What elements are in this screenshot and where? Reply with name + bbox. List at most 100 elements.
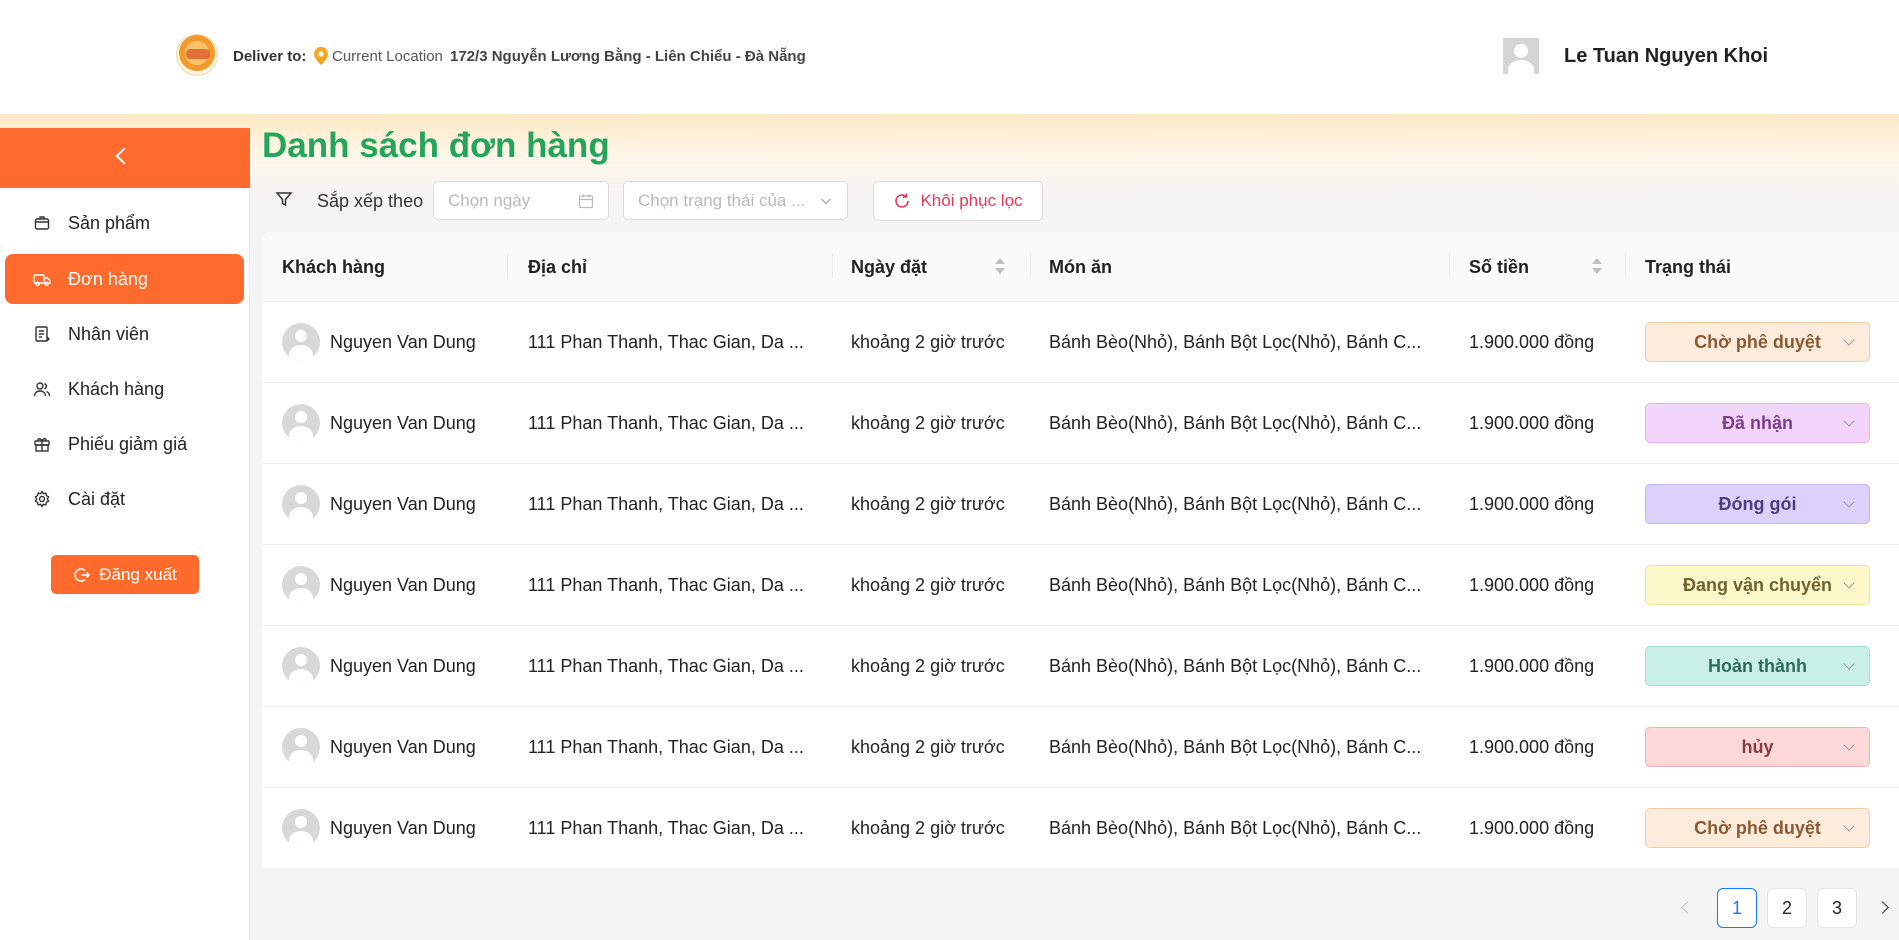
status-dropdown[interactable]: hủy [1645, 727, 1870, 767]
pagination-next-button[interactable] [1876, 898, 1896, 918]
table-row[interactable]: Nguyen Van Dung 111 Phan Thanh, Thac Gia… [262, 383, 1899, 464]
sort-amount-icon[interactable] [1592, 258, 1602, 276]
sidebar-item-settings[interactable]: Cài đặt [5, 474, 244, 524]
chevron-down-icon [821, 198, 831, 204]
status-dropdown[interactable]: Chờ phê duyệt [1645, 322, 1870, 362]
table-row[interactable]: Nguyen Van Dung 111 Phan Thanh, Thac Gia… [262, 545, 1899, 626]
sidebar: Sản phẩm Đơn hàng Nhân viên Khách hàng P… [0, 128, 250, 940]
pagination-page-2[interactable]: 2 [1767, 888, 1807, 928]
users-icon [33, 382, 51, 397]
order-amount: 1.900.000 đồng [1469, 412, 1595, 433]
status-label: Đã nhận [1721, 412, 1793, 433]
order-dishes: Bánh Bèo(Nhỏ), Bánh Bột Lọc(Nhỏ), Bánh C… [1049, 331, 1422, 352]
date-picker-input[interactable]: Chọn ngày [433, 181, 609, 220]
column-divider [832, 254, 833, 278]
customer-avatar [282, 728, 320, 766]
table-row[interactable]: Nguyen Van Dung 111 Phan Thanh, Thac Gia… [262, 464, 1899, 545]
order-dishes: Bánh Bèo(Nhỏ), Bánh Bột Lọc(Nhỏ), Bánh C… [1049, 817, 1422, 838]
delivery-address: 172/3 Nguyễn Lương Bằng - Liên Chiểu - Đ… [450, 48, 806, 65]
table-header: Khách hàng Địa chỉ Ngày đặt Món ăn Số ti… [262, 232, 1899, 302]
sidebar-item-label: Sản phẩm [68, 212, 151, 233]
reload-icon [895, 193, 910, 208]
customer-avatar [282, 323, 320, 361]
user-avatar[interactable] [1503, 38, 1539, 74]
status-label: Chờ phê duyệt [1694, 817, 1821, 838]
customer-address: 111 Phan Thanh, Thac Gian, Da ... [528, 493, 804, 514]
customer-name: Nguyen Van Dung [330, 655, 476, 676]
chevron-down-icon [1843, 415, 1855, 427]
customer-address: 111 Phan Thanh, Thac Gian, Da ... [528, 736, 804, 757]
status-dropdown[interactable]: Đã nhận [1645, 403, 1870, 443]
sidebar-item-label: Khách hàng [68, 378, 165, 399]
chevron-left-icon [115, 147, 133, 165]
customer-address: 111 Phan Thanh, Thac Gian, Da ... [528, 331, 804, 352]
status-dropdown[interactable]: Đóng gói [1645, 484, 1870, 524]
order-date: khoảng 2 giờ trước [851, 655, 1005, 676]
status-filter-select[interactable]: Chọn trạng thái của ... [623, 181, 848, 220]
status-label: Đang vận chuyển [1682, 574, 1833, 595]
customer-avatar [282, 647, 320, 685]
orders-table: Khách hàng Địa chỉ Ngày đặt Món ăn Số ti… [262, 232, 1899, 868]
sort-order-date-icon[interactable] [995, 258, 1005, 276]
pagination-page-1[interactable]: 1 [1717, 888, 1757, 928]
status-label: Chờ phê duyệt [1694, 331, 1821, 352]
order-dishes: Bánh Bèo(Nhỏ), Bánh Bột Lọc(Nhỏ), Bánh C… [1049, 655, 1422, 676]
order-amount: 1.900.000 đồng [1469, 817, 1595, 838]
table-row[interactable]: Nguyen Van Dung 111 Phan Thanh, Thac Gia… [262, 788, 1899, 868]
customer-name: Nguyen Van Dung [330, 574, 476, 595]
calendar-icon [578, 194, 594, 208]
current-location-label[interactable]: Current Location [332, 48, 443, 65]
chevron-down-icon [1843, 658, 1855, 670]
deliver-label: Deliver to: [233, 48, 307, 65]
reset-filter-label: Khôi phục lọc [920, 191, 1023, 210]
status-filter-placeholder: Chọn trạng thái của ... [638, 190, 806, 210]
column-customer: Khách hàng [282, 256, 386, 277]
sidebar-item-customers[interactable]: Khách hàng [5, 364, 244, 414]
customer-address: 111 Phan Thanh, Thac Gian, Da ... [528, 817, 804, 838]
sidebar-item-staff[interactable]: Nhân viên [5, 309, 244, 359]
status-dropdown[interactable]: Đang vận chuyển [1645, 565, 1870, 605]
status-dropdown[interactable]: Chờ phê duyệt [1645, 808, 1870, 848]
top-header: Deliver to: Current Location 172/3 Nguyễ… [0, 0, 1899, 114]
sidebar-item-products[interactable]: Sản phẩm [5, 198, 244, 248]
chevron-down-icon [1843, 334, 1855, 346]
order-date: khoảng 2 giờ trước [851, 817, 1005, 838]
order-date: khoảng 2 giờ trước [851, 493, 1005, 514]
order-date: khoảng 2 giờ trước [851, 736, 1005, 757]
order-date: khoảng 2 giờ trước [851, 331, 1005, 352]
date-picker-placeholder: Chọn ngày [448, 190, 531, 210]
status-dropdown[interactable]: Hoàn thành [1645, 646, 1870, 686]
customer-avatar [282, 566, 320, 604]
logout-icon [74, 567, 91, 582]
reset-filter-button[interactable]: Khôi phục lọc [873, 181, 1043, 221]
table-row[interactable]: Nguyen Van Dung 111 Phan Thanh, Thac Gia… [262, 626, 1899, 707]
customer-name: Nguyen Van Dung [330, 736, 476, 757]
chevron-down-icon [1843, 739, 1855, 751]
sidebar-item-label: Phiếu giảm giá [68, 433, 188, 454]
column-amount[interactable]: Số tiền [1469, 232, 1529, 302]
table-row[interactable]: Nguyen Van Dung 111 Phan Thanh, Thac Gia… [262, 707, 1899, 788]
pagination-prev-button[interactable] [1677, 898, 1697, 918]
collapse-sidebar-button[interactable] [0, 128, 250, 188]
sidebar-item-orders[interactable]: Đơn hàng [5, 254, 244, 304]
customer-name: Nguyen Van Dung [330, 817, 476, 838]
user-name[interactable]: Le Tuan Nguyen Khoi [1564, 45, 1768, 68]
order-amount: 1.900.000 đồng [1469, 574, 1595, 595]
column-divider [507, 254, 508, 278]
column-order-date[interactable]: Ngày đặt [851, 232, 927, 302]
sidebar-item-vouchers[interactable]: Phiếu giảm giá [5, 419, 244, 469]
customer-avatar [282, 809, 320, 847]
brand-logo[interactable] [176, 34, 218, 76]
logout-button[interactable]: Đăng xuất [51, 555, 199, 594]
gear-icon [34, 490, 50, 508]
sidebar-item-label: Nhân viên [68, 323, 150, 344]
logout-label: Đăng xuất [99, 564, 177, 584]
status-label: hủy [1741, 736, 1774, 757]
pagination-page-3[interactable]: 3 [1817, 888, 1857, 928]
customer-name: Nguyen Van Dung [330, 412, 476, 433]
table-row[interactable]: Nguyen Van Dung 111 Phan Thanh, Thac Gia… [262, 302, 1899, 383]
customer-avatar [282, 404, 320, 442]
chevron-down-icon [1843, 577, 1855, 589]
column-dishes: Món ăn [1049, 256, 1112, 277]
column-divider [1030, 254, 1031, 278]
